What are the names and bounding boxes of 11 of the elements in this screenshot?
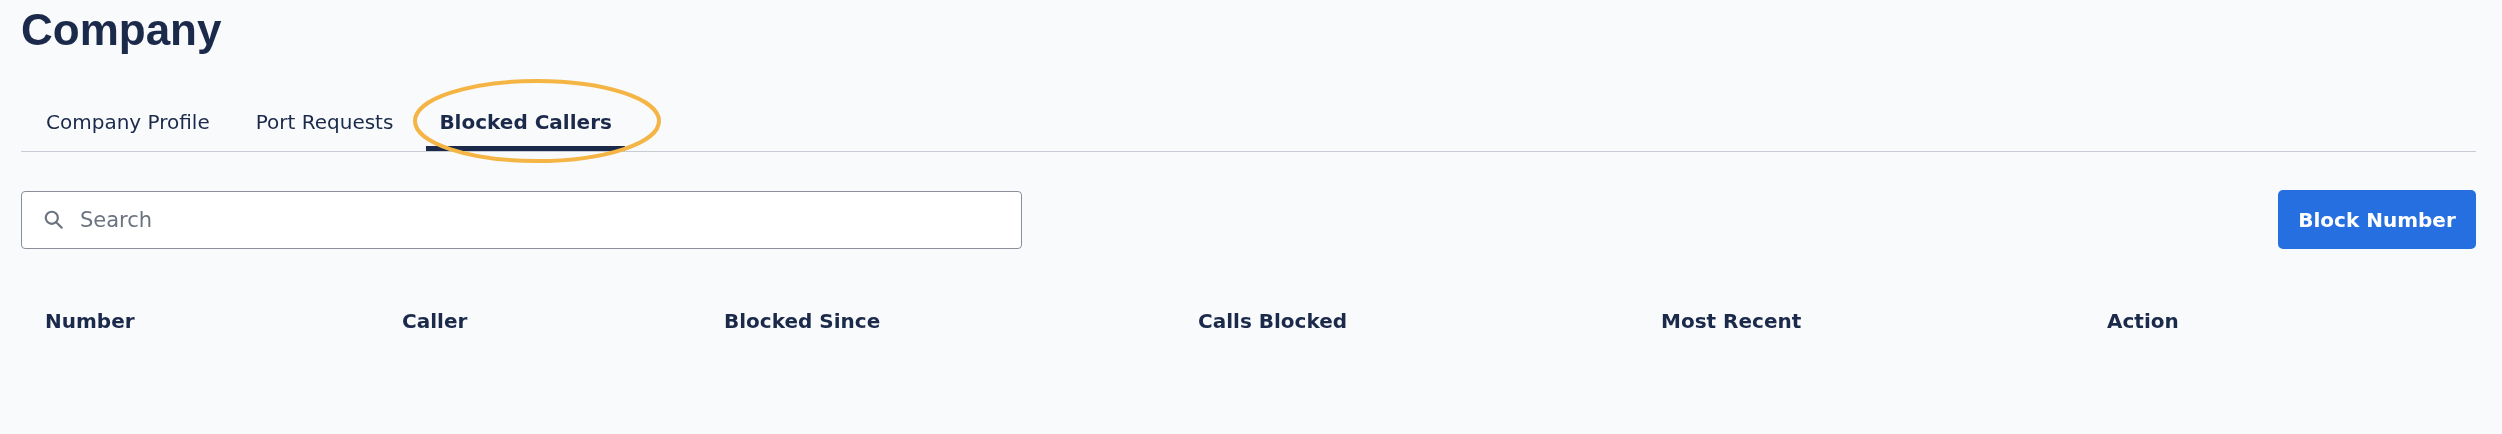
tab[interactable]: Port Requests xyxy=(242,100,407,151)
column-header: Number xyxy=(45,309,136,333)
block-number-button[interactable]: Block Number xyxy=(2278,190,2476,249)
tab[interactable]: Company Profile xyxy=(33,100,223,151)
page-title: Company xyxy=(21,4,223,56)
column-header: Calls Blocked xyxy=(1198,309,1349,333)
column-header: Caller xyxy=(402,309,469,333)
column-header: Blocked Since xyxy=(724,309,882,333)
column-header: Most Recent xyxy=(1661,309,1803,333)
column-header: Action xyxy=(2107,309,2180,333)
search-field[interactable]: Search xyxy=(21,190,1022,249)
